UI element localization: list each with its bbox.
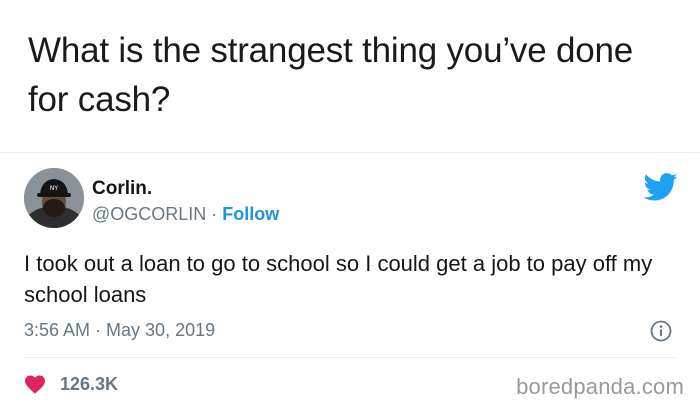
author-name[interactable]: Corlin. <box>92 178 152 200</box>
author-handle[interactable]: @OGCORLIN <box>92 204 206 224</box>
avatar[interactable]: NY <box>24 168 84 228</box>
post-headline: What is the strangest thing you’ve done … <box>28 31 634 119</box>
handle-separator: · <box>206 204 223 224</box>
heart-icon <box>25 375 45 394</box>
tweet-timestamp[interactable]: 3:56 AM · May 30, 2019 <box>24 320 215 341</box>
svg-text:NY: NY <box>50 185 58 192</box>
author-handle-line: @OGCORLIN · Follow <box>92 204 279 225</box>
twitter-bird-icon[interactable] <box>644 173 678 201</box>
tweet-divider <box>24 357 676 358</box>
like-count: 126.3K <box>60 373 119 394</box>
like-button[interactable]: 126.3K <box>24 372 118 396</box>
follow-link[interactable]: Follow <box>222 204 279 224</box>
site-watermark: boredpanda.com <box>516 374 684 399</box>
avatar-image: NY <box>24 168 84 228</box>
info-icon[interactable] <box>650 320 672 342</box>
tweet-text: I took out a loan to go to school so I c… <box>24 251 653 307</box>
